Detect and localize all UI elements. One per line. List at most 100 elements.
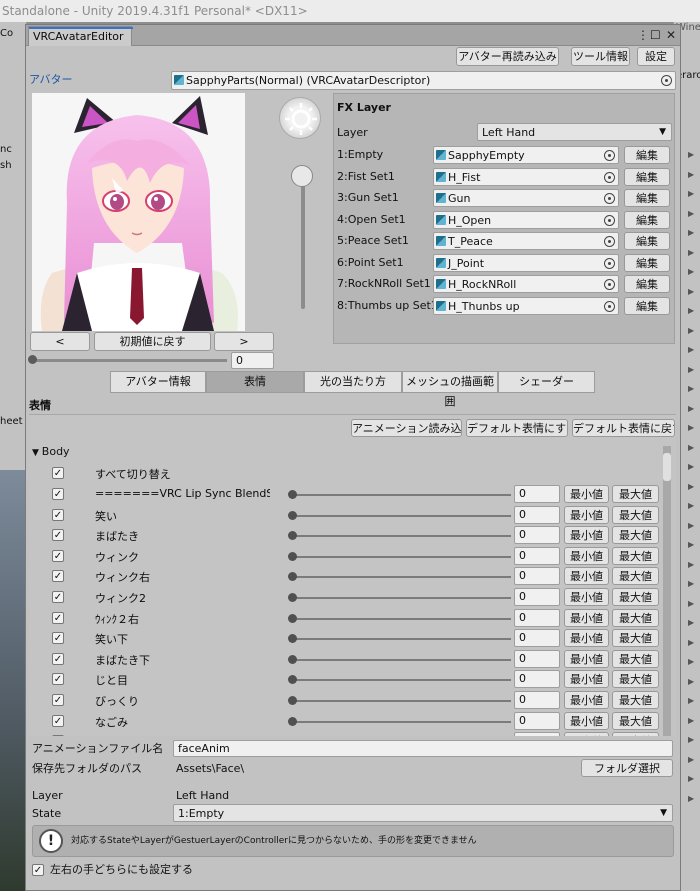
window-tab[interactable]: VRCAvatarEditor (28, 26, 133, 46)
tool-info-button[interactable]: ツール情報 (571, 47, 630, 66)
revert-default-expression-button[interactable]: デフォルト表情に戻す (572, 419, 675, 437)
blendshape-slider-knob[interactable] (288, 510, 297, 520)
blendshape-checkbox[interactable]: ✓ (52, 632, 64, 645)
blendshape-value-field[interactable]: 0 (514, 691, 560, 709)
light-direction-icon[interactable] (279, 97, 321, 139)
blendshape-checkbox[interactable]: ✓ (52, 508, 64, 521)
object-picker-icon[interactable] (661, 75, 672, 86)
blendshape-min-button[interactable]: 最小値 (564, 691, 609, 709)
avatar-preview[interactable] (32, 93, 245, 331)
object-picker-icon[interactable] (604, 300, 615, 312)
maximize-icon[interactable]: ☐ (650, 27, 661, 43)
blendshape-slider[interactable] (291, 535, 511, 538)
rotation-slider[interactable] (31, 359, 227, 362)
blendshape-min-button[interactable]: 最小値 (564, 732, 609, 736)
blendshape-slider-knob[interactable] (288, 531, 297, 541)
both-hands-checkbox[interactable]: ✓ (32, 864, 44, 876)
blendshape-max-button[interactable]: 最大値 (612, 670, 659, 689)
blendshape-value-field[interactable]: 0 (514, 711, 560, 730)
object-picker-icon[interactable] (604, 236, 615, 247)
blendshape-slider[interactable] (291, 720, 511, 723)
group-foldout[interactable]: ▼ Body (32, 444, 70, 461)
blendshape-slider[interactable] (291, 679, 511, 682)
blendshape-checkbox[interactable]: ✓ (52, 549, 64, 562)
blendshape-min-button[interactable]: 最小値 (564, 546, 609, 565)
anim-file-name-input[interactable]: faceAnim (173, 740, 673, 757)
blendshape-max-button[interactable]: 最大値 (612, 505, 659, 524)
blendshape-max-button[interactable]: 最大値 (612, 526, 659, 545)
blendshape-slider-knob[interactable] (288, 654, 297, 664)
blendshape-value-field[interactable]: 0 (514, 588, 560, 606)
fx-slot-anim-field[interactable]: T_Peace (433, 232, 619, 250)
blendshape-max-button[interactable]: 最大値 (612, 588, 659, 606)
fx-slot-edit-button[interactable]: 編集 (624, 167, 670, 186)
blendshape-min-button[interactable]: 最小値 (564, 711, 609, 730)
blendshape-checkbox[interactable]: ✓ (52, 570, 64, 583)
fx-slot-anim-field[interactable]: J_Point (433, 253, 619, 272)
select-folder-button[interactable]: フォルダ選択 (581, 759, 673, 777)
object-picker-icon[interactable] (604, 150, 615, 161)
light-intensity-slider-knob[interactable] (291, 165, 313, 187)
blendshape-max-button[interactable]: 最大値 (612, 691, 659, 709)
blendshape-slider-knob[interactable] (288, 551, 297, 561)
blendshape-checkbox[interactable]: ✓ (52, 488, 64, 500)
blendshape-max-button[interactable]: 最大値 (612, 485, 659, 503)
previous-pose-button[interactable]: < (30, 332, 90, 351)
blendshape-slider-knob[interactable] (288, 572, 297, 582)
blendshape-value-field[interactable]: 0 (514, 526, 560, 545)
blendshape-checkbox[interactable]: ✓ (52, 529, 64, 542)
load-animation-button[interactable]: アニメーション読み込み (351, 419, 462, 437)
blendshape-min-button[interactable]: 最小値 (564, 608, 609, 627)
fx-slot-edit-button[interactable]: 編集 (624, 210, 670, 229)
tab-lighting[interactable]: 光の当たり方 (304, 371, 402, 393)
blendshape-slider-knob[interactable] (288, 490, 297, 499)
fx-slot-anim-field[interactable]: H_RockNRoll (433, 275, 619, 293)
blendshape-slider[interactable] (291, 597, 511, 599)
tab-avatar-info[interactable]: アバター情報 (110, 371, 206, 393)
set-default-expression-button[interactable]: デフォルト表情にする (466, 419, 568, 437)
blendshape-slider-knob[interactable] (288, 716, 297, 726)
fx-slot-edit-button[interactable]: 編集 (624, 296, 670, 315)
blendshape-min-button[interactable]: 最小値 (564, 629, 609, 648)
light-intensity-slider[interactable] (301, 167, 305, 309)
blendshape-slider[interactable] (291, 494, 511, 496)
object-picker-icon[interactable] (604, 257, 615, 269)
blendshape-value-field[interactable]: 0 (514, 670, 560, 689)
tab-expressions[interactable]: 表情 (206, 371, 304, 393)
close-icon[interactable]: ✕ (666, 27, 676, 43)
blendshape-checkbox[interactable]: ✓ (52, 694, 64, 706)
blendshape-slider[interactable] (291, 576, 511, 579)
blendshape-max-button[interactable]: 最大値 (612, 732, 659, 736)
more-options-icon[interactable]: ⋮ (637, 27, 649, 43)
fx-slot-edit-button[interactable]: 編集 (624, 189, 670, 207)
fx-slot-anim-field[interactable]: SapphyEmpty (433, 146, 619, 164)
blendshape-slider-knob[interactable] (288, 675, 297, 685)
blendshape-slider[interactable] (291, 700, 511, 702)
blendshape-max-button[interactable]: 最大値 (612, 649, 659, 668)
blendshape-min-button[interactable]: 最小値 (564, 526, 609, 545)
avatar-object-field[interactable]: SapphyParts(Normal) (VRCAvatarDescriptor… (171, 71, 676, 90)
blendshape-min-button[interactable]: 最小値 (564, 567, 609, 586)
object-picker-icon[interactable] (604, 279, 615, 290)
fx-slot-edit-button[interactable]: 編集 (624, 232, 670, 250)
blendshape-value-field[interactable]: 0 (514, 649, 560, 668)
blendshape-min-button[interactable]: 最小値 (564, 588, 609, 606)
fx-slot-edit-button[interactable]: 編集 (624, 253, 670, 272)
blendshape-slider-knob[interactable] (288, 634, 297, 644)
next-pose-button[interactable]: > (214, 332, 274, 351)
blendshape-list-scrollbar[interactable] (663, 446, 671, 736)
blendshape-slider-knob[interactable] (288, 593, 297, 602)
blendshape-slider[interactable] (291, 514, 511, 517)
reload-avatar-button[interactable]: アバター再読み込み (456, 47, 559, 66)
blendshape-slider[interactable] (291, 617, 511, 620)
blendshape-checkbox[interactable]: ✓ (52, 591, 64, 603)
blendshape-list-scrollbar-thumb[interactable] (663, 453, 671, 481)
blendshape-value-field[interactable]: 0 (514, 629, 560, 648)
fx-slot-edit-button[interactable]: 編集 (624, 146, 670, 164)
object-picker-icon[interactable] (604, 193, 615, 204)
blendshape-min-button[interactable]: 最小値 (564, 649, 609, 668)
rotation-value-field[interactable]: 0 (231, 352, 274, 369)
blendshape-slider-knob[interactable] (288, 696, 297, 705)
blendshape-max-button[interactable]: 最大値 (612, 608, 659, 627)
object-picker-icon[interactable] (604, 214, 615, 226)
